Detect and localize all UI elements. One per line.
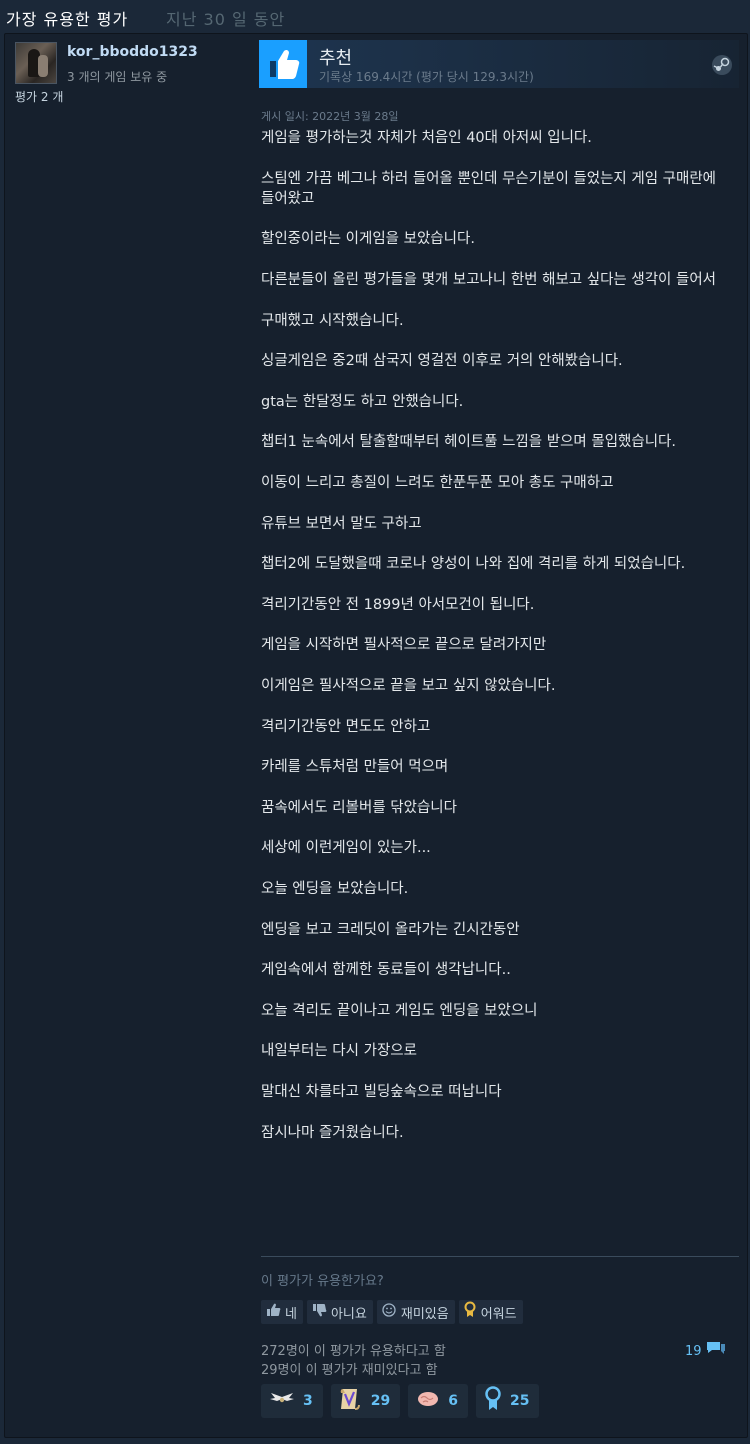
review-paragraph: 내일부터는 다시 가장으로: [261, 1043, 417, 1060]
wings-icon: [269, 1389, 295, 1413]
helpful-no-label: 아니요: [330, 1306, 367, 1322]
review-paragraph: 격리기간동안 면도도 안하고: [261, 718, 431, 735]
thumbs-down-icon: [311, 1302, 327, 1322]
helpful-count: 272명이 이 평가가 유용하다고 함: [261, 1344, 446, 1359]
review-paragraph: 잠시나마 즐거웠습니다.: [261, 1124, 404, 1141]
thumbs-up-icon: [265, 1302, 281, 1322]
smiley-icon: [381, 1302, 397, 1322]
review-paragraph: 챕터1 눈속에서 탈출할때부터 헤이트풀 느낌을 받으며 몰입했습니다.: [261, 434, 677, 451]
thumbs-up-icon: [259, 40, 307, 88]
comment-icon: [706, 1340, 726, 1362]
medal-icon: [484, 1386, 502, 1416]
author-name[interactable]: kor_bboddo1323: [67, 44, 198, 60]
comment-count: 19: [685, 1343, 702, 1359]
review-paragraph: 말대신 차를타고 빌딩숲속으로 떠납니다: [261, 1083, 502, 1100]
vote-counts: 272명이 이 평가가 유용하다고 함 29명이 이 평가가 재미있다고 함: [261, 1342, 446, 1380]
review-paragraph: 카레를 스튜처럼 만들어 먹으며: [261, 759, 449, 776]
review-paragraph: 유튜브 보면서 말도 구하고: [261, 515, 422, 532]
review-paragraph: gta는 한달정도 하고 안했습니다.: [261, 393, 464, 410]
funny-button[interactable]: 재미있음: [376, 1300, 455, 1324]
review-paragraph: 이게임은 필사적으로 끝을 보고 싶지 않았습니다.: [261, 678, 556, 695]
section-period: 지난 30 일 동안: [166, 10, 286, 29]
review-paragraph: 게임을 평가하는것 자체가 처음인 40대 아저씨 입니다.: [261, 130, 592, 146]
author-review-count[interactable]: 평가 2 개: [15, 88, 63, 105]
review-paragraph: 할인중이라는 이게임을 보았습니다.: [261, 231, 475, 248]
section-header: 가장 유용한 평가 지난 30 일 동안: [0, 0, 750, 32]
award-medal[interactable]: 25: [475, 1384, 540, 1418]
review-card: kor_bboddo1323 3 개의 게임 보유 중 평가 2 개 추천 기록…: [4, 33, 748, 1438]
helpful-question: 이 평가가 유용한가요?: [261, 1274, 384, 1289]
author-owned-games[interactable]: 3 개의 게임 보유 중: [67, 68, 167, 85]
section-title: 가장 유용한 평가: [6, 10, 129, 29]
review-paragraph: 꿈속에서도 리볼버를 닦았습니다: [261, 799, 457, 816]
review-paragraph: 챕터2에 도달했을때 코로나 양성이 나와 집에 격리를 하게 되었습니다.: [261, 556, 686, 573]
avatar[interactable]: [15, 42, 57, 84]
review-paragraph: 스팀엔 가끔 베그나 하러 들어올 뿐인데 무슨기분이 들었는지 게임 구매란에…: [261, 170, 721, 207]
review-paragraph: 오늘 엔딩을 보았습니다.: [261, 880, 409, 897]
award-count: 29: [370, 1393, 391, 1409]
playtime: 기록상 169.4시간 (평가 당시 129.3시간): [319, 70, 534, 84]
review-paragraph: 구매했고 시작했습니다.: [261, 312, 404, 329]
funny-count: 29명이 이 평가가 재미있다고 함: [261, 1363, 438, 1378]
award-scroll[interactable]: 29: [330, 1384, 401, 1418]
award-icon: [463, 1301, 477, 1323]
brain-icon: [416, 1390, 440, 1412]
posted-date: 게시 일시: 2022년 3월 28일: [261, 110, 399, 123]
rating-buttons: 네 아니요 재미있음 어워드: [261, 1300, 523, 1324]
review-body: 게임을 평가하는것 자체가 처음인 40대 아저씨 입니다. 스팀엔 가끔 베그나…: [261, 128, 731, 1163]
award-button[interactable]: 어워드: [458, 1300, 523, 1324]
review-paragraph: 싱글게임은 중2때 삼국지 영걸전 이후로 거의 안해봤습니다.: [261, 353, 623, 370]
review-paragraph: 게임을 시작하면 필사적으로 끝으로 달려가지만: [261, 637, 547, 654]
award-label: 어워드: [480, 1306, 517, 1322]
vote-title: 추천: [319, 48, 353, 69]
review-paragraph: 게임속에서 함께한 동료들이 생각납니다..: [261, 962, 511, 979]
vote-header[interactable]: 추천 기록상 169.4시간 (평가 당시 129.3시간): [259, 40, 739, 88]
review-paragraph: 세상에 이런게임이 있는가...: [261, 840, 431, 857]
review-paragraph: 오늘 격리도 끝이나고 게임도 엔딩을 보았으니: [261, 1002, 538, 1019]
award-count: 25: [509, 1393, 530, 1409]
review-paragraph: 격리기간동안 전 1899년 아서모건이 됩니다.: [261, 596, 535, 613]
scroll-icon: [339, 1386, 363, 1416]
review-paragraph: 이동이 느리고 총질이 느려도 한푼두푼 모아 총도 구매하고: [261, 475, 614, 492]
helpful-no-button[interactable]: 아니요: [306, 1300, 373, 1324]
helpful-yes-button[interactable]: 네: [261, 1300, 303, 1324]
award-count: 6: [448, 1393, 458, 1409]
award-brain[interactable]: 6: [408, 1384, 468, 1418]
steam-icon: [711, 54, 733, 80]
helpful-yes-label: 네: [285, 1306, 297, 1322]
awards-row: 3 29 6 25: [261, 1384, 540, 1418]
funny-label: 재미있음: [400, 1306, 449, 1322]
award-count: 3: [303, 1393, 313, 1409]
review-paragraph: 다른분들이 올린 평가들을 몇개 보고나니 한번 해보고 싶다는 생각이 들어서: [261, 272, 717, 289]
divider: [261, 1256, 739, 1257]
comments-link[interactable]: 19: [685, 1340, 726, 1362]
review-paragraph: 엔딩을 보고 크레딧이 올라가는 긴시간동안: [261, 921, 520, 938]
award-wings[interactable]: 3: [261, 1384, 323, 1418]
